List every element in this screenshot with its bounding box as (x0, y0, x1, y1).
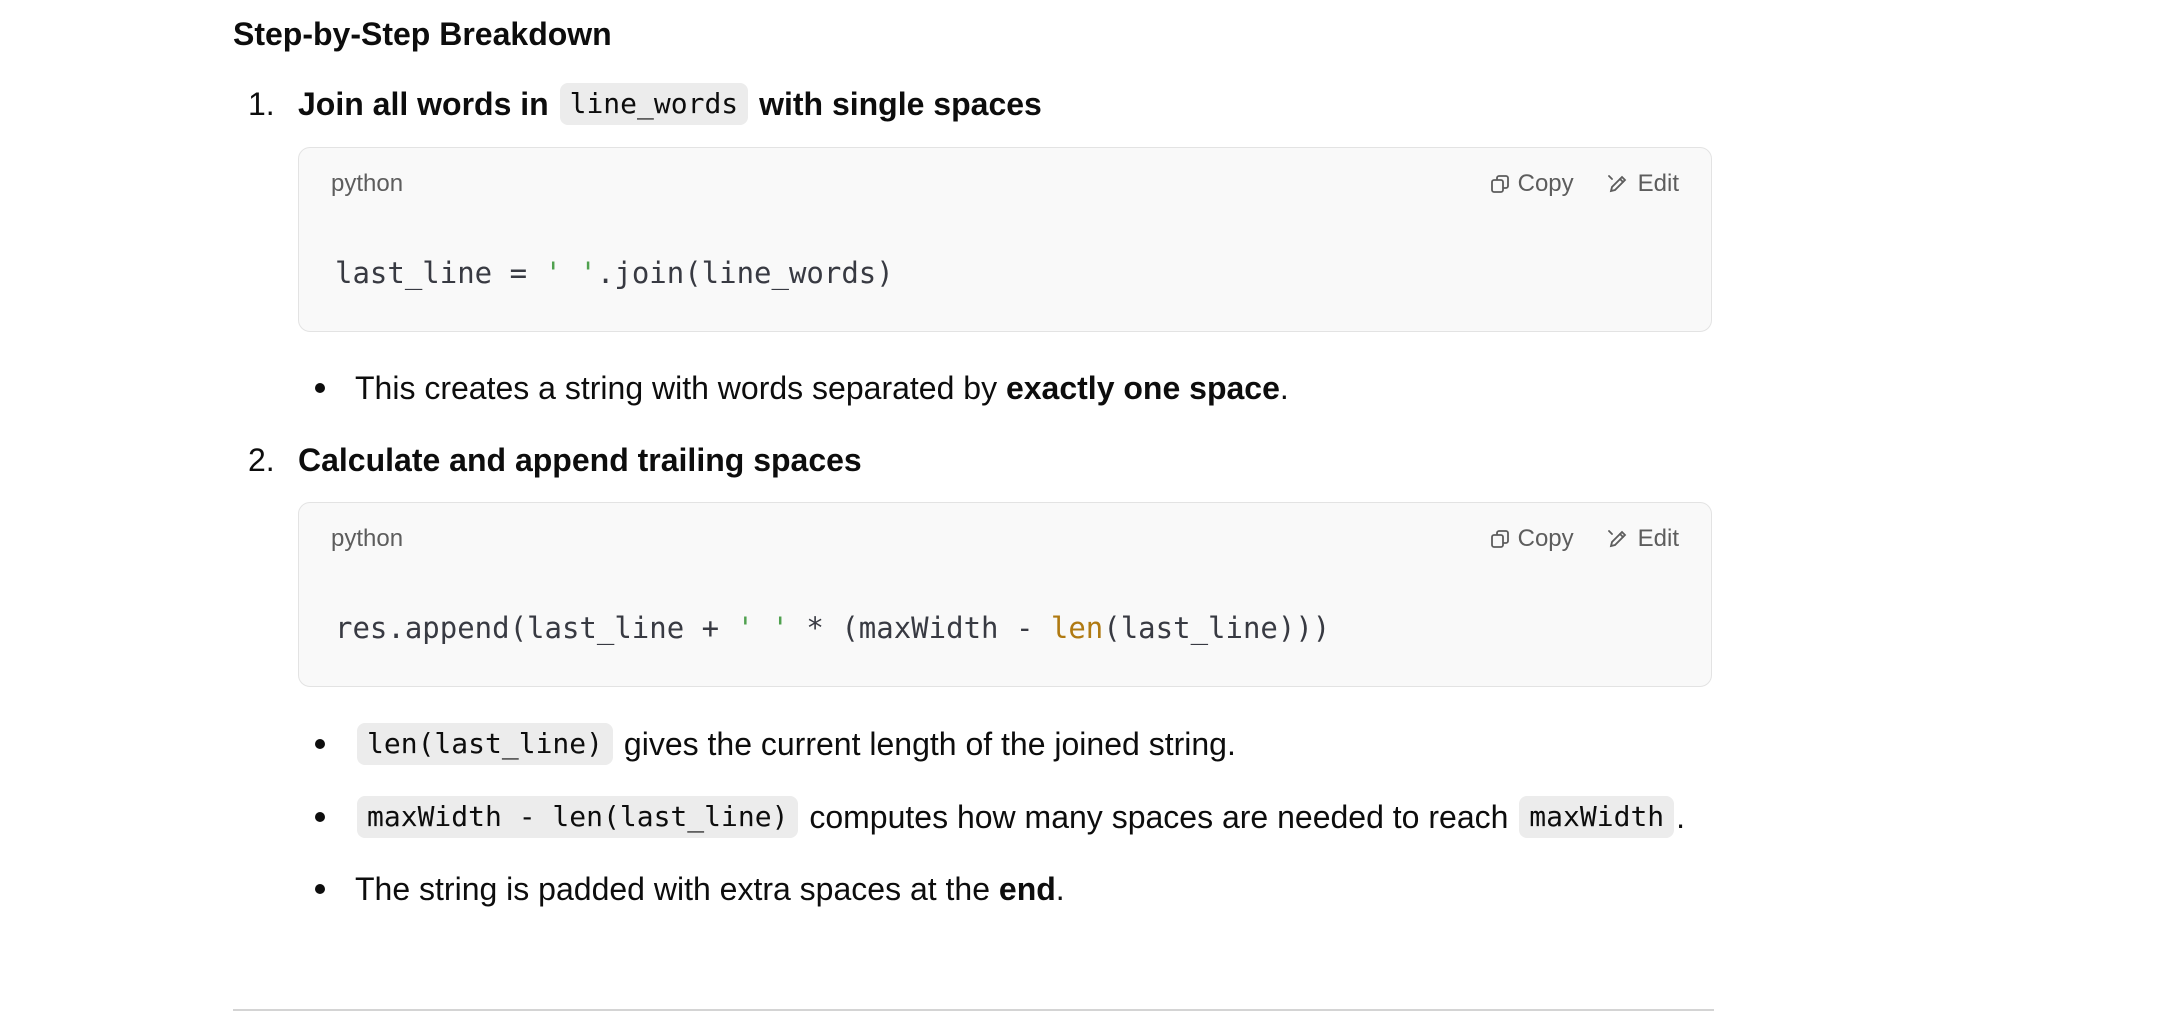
code-token: res.append(last_line + (335, 611, 737, 645)
bullet-dot (315, 383, 325, 393)
bullet-text: . (1279, 369, 1289, 406)
inline-code: line_words (559, 83, 749, 125)
code-actions: Copy Edit (1490, 170, 1679, 198)
step-number: 1. (248, 85, 275, 122)
code-token: (last_line))) (1103, 611, 1331, 645)
bullet-text: . (1055, 870, 1065, 907)
code-line: res.append(last_line + ' ' * (maxWidth -… (335, 611, 1330, 645)
list-item: maxWidth - len(last_line) computes how m… (315, 792, 1685, 842)
bullet-dot (315, 812, 325, 822)
edit-button[interactable]: Edit (1607, 170, 1679, 198)
bullet-text: gives the current length of the joined s… (615, 725, 1236, 762)
bullet-text: This creates a string with words separat… (355, 369, 1006, 406)
step-1-heading: 1. Join all words in line_words with sin… (233, 79, 1042, 129)
bullet-text: computes how many spaces are needed to r… (800, 798, 1518, 835)
inline-code: maxWidth (1519, 796, 1675, 838)
code-builtin-token: len (1050, 611, 1104, 645)
copy-icon (1490, 529, 1510, 549)
bullet-dot (315, 739, 325, 749)
copy-button[interactable]: Copy (1490, 170, 1574, 198)
bullet-bold-text: exactly one space (1005, 369, 1280, 406)
bullet-bold-text: end (998, 870, 1056, 907)
edit-icon (1607, 529, 1630, 549)
edit-icon (1607, 174, 1630, 194)
list-item: The string is padded with extra spaces a… (315, 864, 1065, 914)
edit-label: Edit (1637, 170, 1679, 197)
copy-icon (1490, 174, 1510, 194)
code-string-token: ' ' (736, 611, 789, 645)
section-divider (233, 1009, 1714, 1011)
list-item: len(last_line) gives the current length … (315, 719, 1236, 769)
step-2-heading: 2. Calculate and append trailing spaces (233, 435, 862, 485)
code-token: * (maxWidth - (788, 611, 1051, 645)
copy-label: Copy (1517, 525, 1574, 552)
section-title: Step-by-Step Breakdown (233, 16, 612, 52)
bullet-text: The string is padded with extra spaces a… (355, 870, 999, 907)
copy-button[interactable]: Copy (1490, 525, 1574, 553)
edit-label: Edit (1637, 525, 1679, 552)
bullet-text: . (1676, 798, 1686, 835)
code-line: last_line = ' '.join(line_words) (335, 256, 894, 290)
copy-label: Copy (1517, 170, 1574, 197)
inline-code: len(last_line) (357, 723, 614, 765)
step-title-text: Join all words in (298, 85, 558, 122)
code-language-label: python (331, 525, 404, 552)
bullet-dot (315, 884, 325, 894)
edit-button[interactable]: Edit (1607, 525, 1679, 553)
code-block: python Copy E (298, 502, 1712, 687)
code-language-label: python (331, 170, 404, 197)
list-item: This creates a string with words separat… (315, 363, 1289, 413)
step-number: 2. (248, 441, 275, 478)
inline-code: maxWidth - len(last_line) (357, 796, 799, 838)
code-string-token: ' ' (544, 256, 597, 290)
step-title-text: Calculate and append trailing spaces (298, 441, 862, 478)
code-token: .join(line_words) (596, 256, 894, 290)
step-title-text: with single spaces (750, 85, 1042, 122)
code-actions: Copy Edit (1490, 525, 1679, 553)
code-token: last_line = (335, 256, 545, 290)
code-block: python Copy E (298, 147, 1712, 332)
